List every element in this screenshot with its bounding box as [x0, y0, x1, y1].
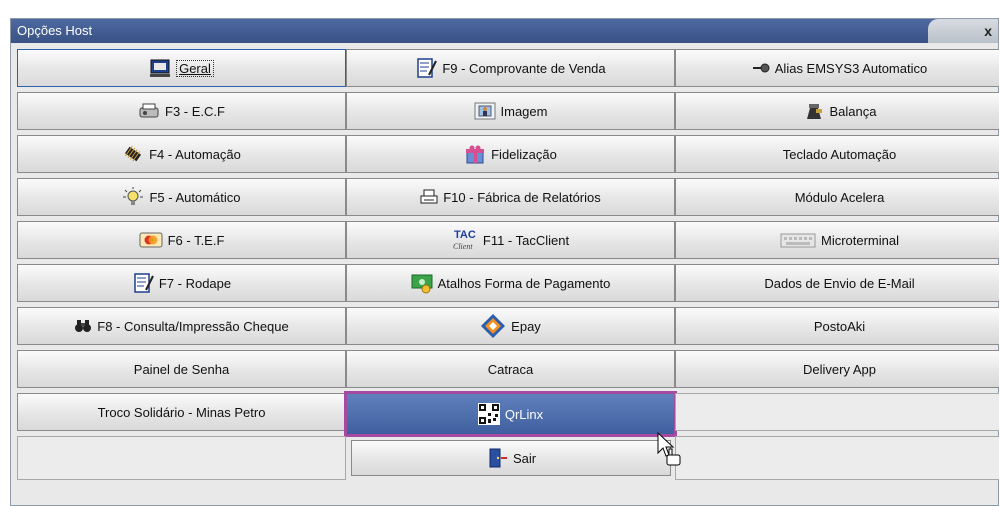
tef-label: F6 - T.E.F [167, 232, 225, 248]
delivery-app-label: Delivery App [803, 361, 876, 377]
payment-shortcut-icon [411, 272, 433, 294]
troco-solidario-label: Troco Solidário - Minas Petro [97, 404, 266, 420]
tef-button[interactable]: F6 - T.E.F [17, 221, 346, 259]
image-icon [474, 100, 496, 122]
dados-envio-email-button[interactable]: Dados de Envio de E-Mail [675, 264, 999, 302]
window-title: Opções Host [17, 23, 93, 38]
tac-logo-text: TAC [454, 229, 476, 241]
tac-logo-subtext: Client [453, 242, 473, 251]
bottom-left-panel [17, 436, 346, 480]
lightbulb-icon [122, 186, 144, 208]
fabrica-relatorios-button[interactable]: F10 - Fábrica de Relatórios [346, 178, 675, 216]
bottom-right-panel [675, 436, 999, 480]
microterminal-button[interactable]: Microterminal [675, 221, 999, 259]
imagem-button[interactable]: Imagem [346, 92, 675, 130]
title-bar: Opções Host x [11, 19, 998, 43]
modulo-acelera-button[interactable]: Módulo Acelera [675, 178, 999, 216]
consulta-cheque-label: F8 - Consulta/Impressão Cheque [97, 318, 289, 334]
delivery-app-button[interactable]: Delivery App [675, 350, 999, 388]
document-pen-icon [132, 272, 154, 294]
epay-button[interactable]: Epay [346, 307, 675, 345]
balanca-button[interactable]: Balança [675, 92, 999, 130]
keyboard-icon [780, 229, 816, 251]
teclado-automacao-button[interactable]: Teclado Automação [675, 135, 999, 173]
catraca-label: Catraca [487, 361, 534, 377]
fabrica-relatorios-label: F10 - Fábrica de Relatórios [443, 189, 601, 205]
qrlinx-label: QrLinx [504, 406, 544, 422]
exit-door-icon [486, 447, 508, 469]
credit-card-icon [139, 229, 163, 251]
sair-button[interactable]: Sair [351, 440, 671, 476]
automatico-label: F5 - Automático [149, 189, 241, 205]
catraca-button[interactable]: Catraca [346, 350, 675, 388]
qrlinx-button[interactable]: QrLinx [344, 391, 677, 437]
gift-icon [464, 143, 486, 165]
scale-icon [803, 100, 825, 122]
tacclient-label: F11 - TacClient [482, 232, 570, 248]
alias-emsys3-label: Alias EMSYS3 Automatico [774, 60, 928, 76]
rodape-label: F7 - Rodape [158, 275, 232, 291]
automatico-button[interactable]: F5 - Automático [17, 178, 346, 216]
modulo-acelera-label: Módulo Acelera [794, 189, 885, 205]
key-icon [752, 57, 770, 79]
painel-senha-label: Painel de Senha [133, 361, 230, 377]
imagem-label: Imagem [500, 103, 548, 119]
qr-code-icon [477, 403, 500, 425]
document-pen-icon [415, 57, 438, 79]
geral-button[interactable]: Geral [17, 49, 346, 87]
atalhos-forma-pagamento-button[interactable]: Atalhos Forma de Pagamento [346, 264, 675, 302]
ecf-printer-icon [138, 100, 160, 122]
mouse-pointer-icon [657, 431, 681, 466]
postoaki-label: PostoAki [813, 318, 866, 334]
epay-label: Epay [511, 318, 541, 334]
alias-emsys3-button[interactable]: Alias EMSYS3 Automatico [675, 49, 999, 87]
ecf-label: F3 - E.C.F [165, 103, 225, 119]
dados-envio-email-label: Dados de Envio de E-Mail [764, 275, 915, 291]
monitor-icon [149, 57, 171, 79]
fidelizacao-button[interactable]: Fidelização [346, 135, 675, 173]
comprovante-venda-button[interactable]: F9 - Comprovante de Venda [346, 49, 675, 87]
rodape-button[interactable]: F7 - Rodape [17, 264, 346, 302]
options-host-window: Opções Host x Geral F9 - Comprovante de … [10, 18, 999, 506]
comprovante-venda-label: F9 - Comprovante de Venda [442, 60, 606, 76]
tacclient-icon: TAC Client [452, 227, 478, 253]
microterminal-label: Microterminal [820, 232, 899, 248]
atalhos-forma-pagamento-label: Atalhos Forma de Pagamento [437, 275, 611, 291]
geral-label: Geral [176, 59, 214, 77]
automacao-label: F4 - Automação [149, 146, 241, 162]
troco-solidario-button[interactable]: Troco Solidário - Minas Petro [17, 393, 346, 431]
chip-icon [122, 143, 144, 165]
sair-label: Sair [512, 450, 537, 466]
fidelizacao-label: Fidelização [491, 146, 557, 162]
ecf-button[interactable]: F3 - E.C.F [17, 92, 346, 130]
binoculars-icon [74, 315, 92, 337]
epay-logo-icon [480, 313, 506, 339]
tacclient-button[interactable]: TAC Client F11 - TacClient [346, 221, 675, 259]
automacao-button[interactable]: F4 - Automação [17, 135, 346, 173]
balanca-label: Balança [829, 103, 877, 119]
consulta-cheque-button[interactable]: F8 - Consulta/Impressão Cheque [17, 307, 346, 345]
empty-slot [675, 393, 999, 431]
printer-icon [420, 186, 438, 208]
painel-senha-button[interactable]: Painel de Senha [17, 350, 346, 388]
postoaki-button[interactable]: PostoAki [675, 307, 999, 345]
close-button[interactable]: x [928, 19, 998, 43]
teclado-automacao-label: Teclado Automação [782, 146, 897, 162]
